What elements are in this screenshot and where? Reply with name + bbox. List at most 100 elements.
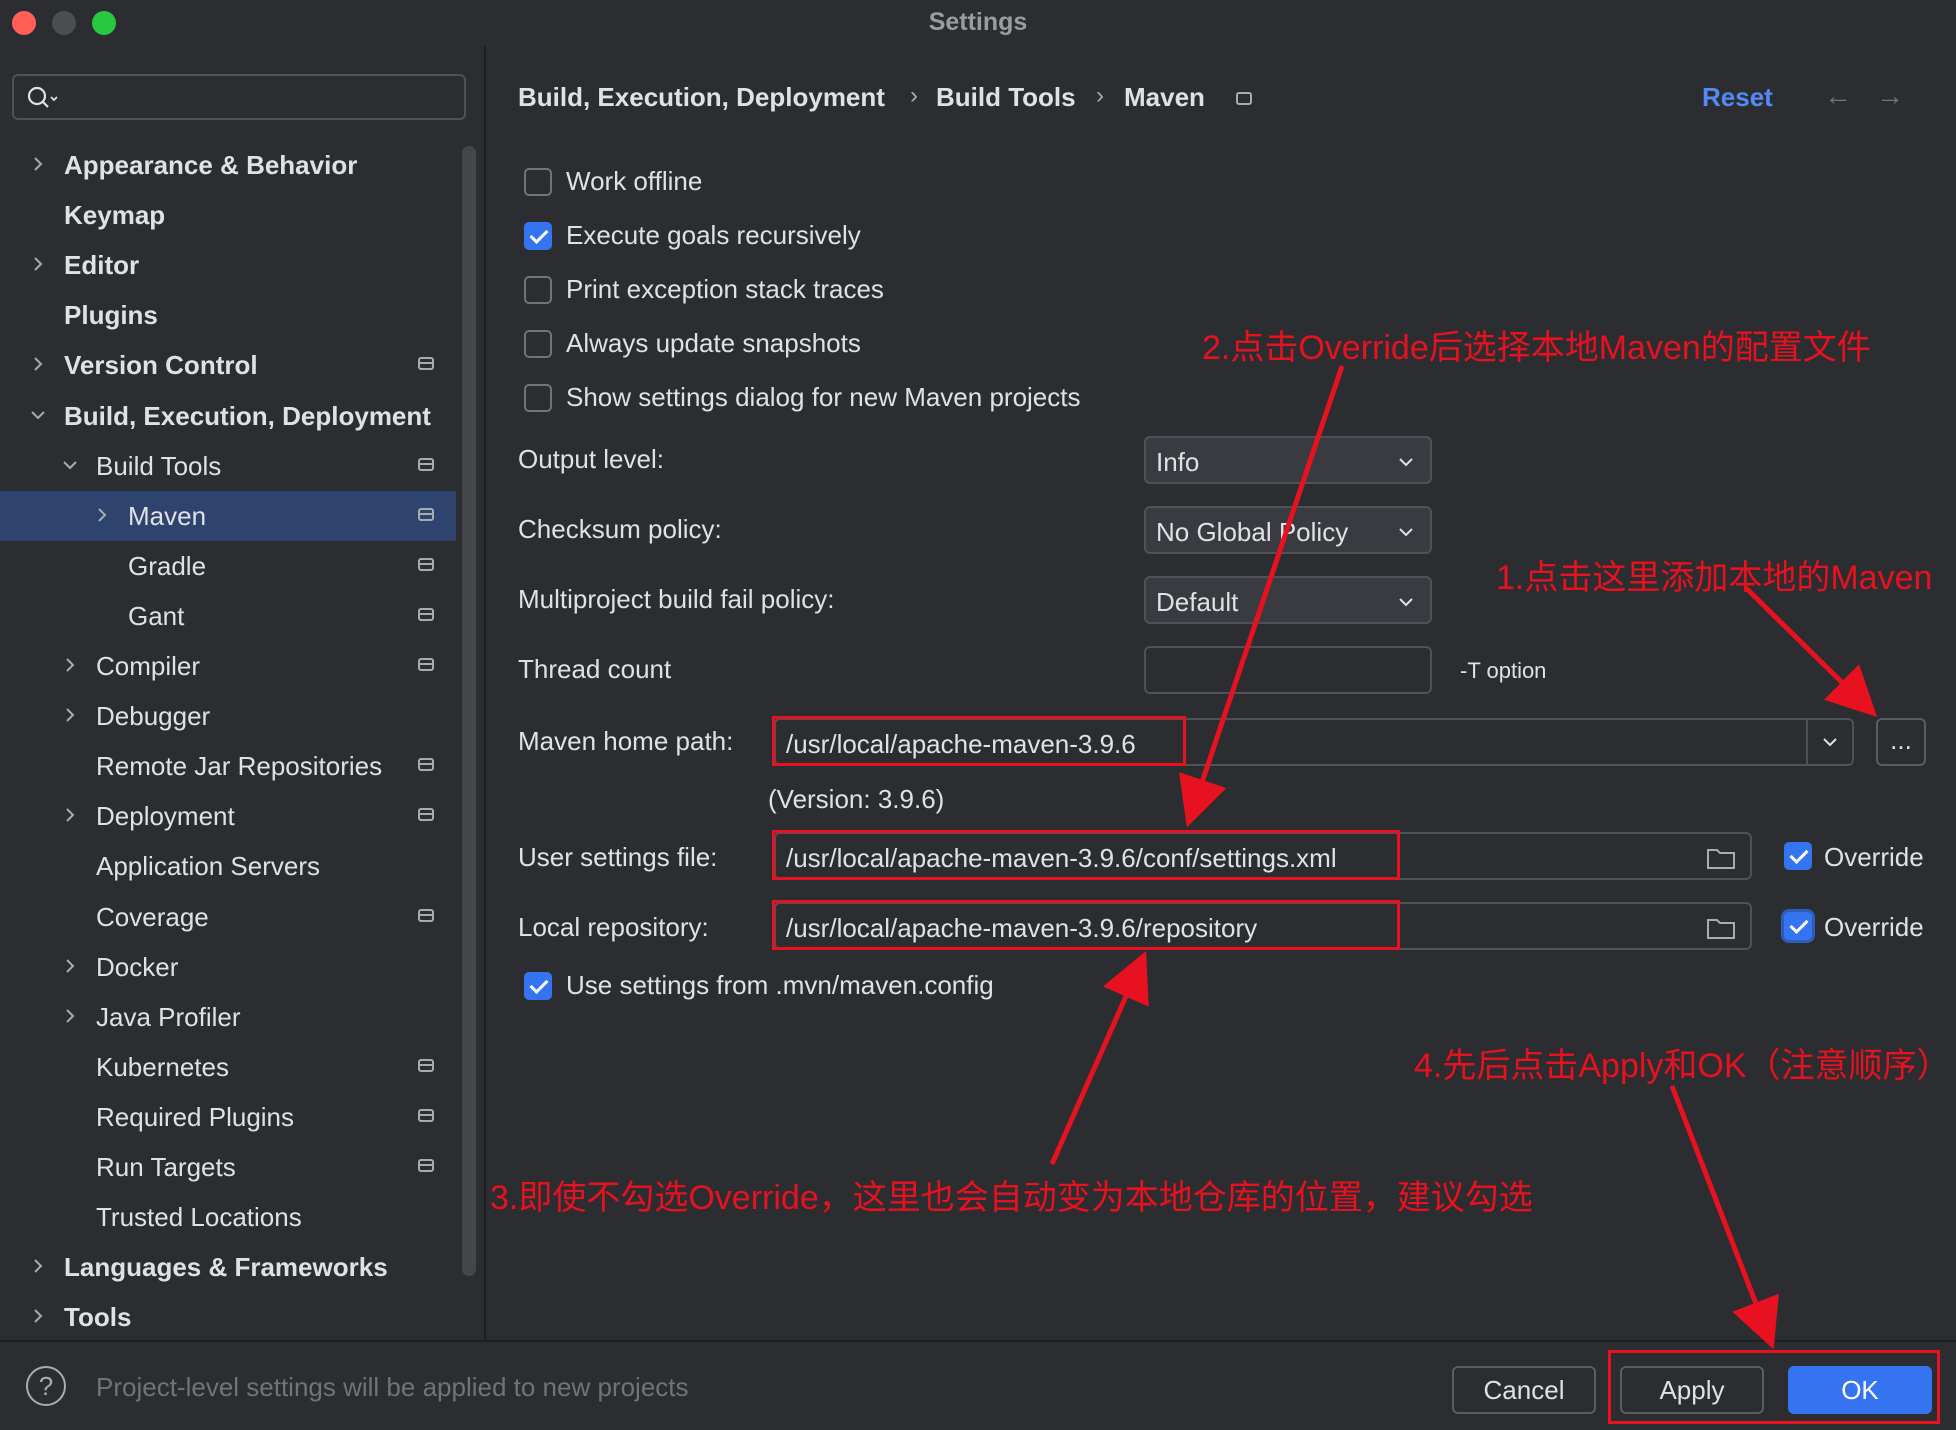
use-mvn-config-label: Use settings from .mvn/maven.config xyxy=(566,970,994,1000)
settings-sidebar: Appearance & Behavior Keymap Editor Plugins… xyxy=(0,46,486,1340)
project-scope-icon xyxy=(1236,92,1252,105)
fail-policy-select[interactable]: Default xyxy=(1144,576,1432,624)
sidebar-item-label: Languages & Frameworks xyxy=(64,1252,388,1283)
sidebar-item-run-targets[interactable]: Run Targets xyxy=(0,1142,456,1192)
breadcrumb-build-tools[interactable]: Build Tools xyxy=(936,82,1076,113)
maven-version-text: (Version: 3.9.6) xyxy=(768,784,945,814)
back-arrow-icon[interactable]: ← xyxy=(1824,80,1852,112)
cancel-button[interactable]: Cancel xyxy=(1452,1366,1596,1414)
sidebar-item-tools[interactable]: Tools xyxy=(0,1292,456,1342)
help-icon[interactable]: ? xyxy=(26,1366,66,1406)
breadcrumb-build-execution-deployment[interactable]: Build, Execution, Deployment xyxy=(518,82,885,113)
chevron-down-icon[interactable] xyxy=(28,405,48,425)
sidebar-item-docker[interactable]: Docker xyxy=(0,942,456,992)
sidebar-item-label: Application Servers xyxy=(96,851,320,882)
project-scope-icon xyxy=(418,1058,434,1072)
sidebar-item-editor[interactable]: Editor xyxy=(0,240,456,290)
project-scope-icon xyxy=(418,507,434,521)
sidebar-item-label: Trusted Locations xyxy=(96,1202,302,1233)
chevron-right-icon[interactable] xyxy=(28,354,48,374)
chevron-right-icon[interactable] xyxy=(28,1306,48,1326)
sidebar-item-deployment[interactable]: Deployment xyxy=(0,791,456,841)
always-update-snapshots-checkbox[interactable] xyxy=(524,330,552,358)
local-repository-override-checkbox[interactable] xyxy=(1784,912,1812,940)
sidebar-item-trusted-locations[interactable]: Trusted Locations xyxy=(0,1192,456,1242)
sidebar-item-compiler[interactable]: Compiler xyxy=(0,641,456,691)
chevron-right-icon[interactable] xyxy=(28,254,48,274)
execute-goals-recursively-checkbox[interactable] xyxy=(524,222,552,250)
reset-link[interactable]: Reset xyxy=(1702,82,1773,113)
work-offline-checkbox[interactable] xyxy=(524,168,552,196)
checksum-policy-value: No Global Policy xyxy=(1156,517,1349,547)
sidebar-item-coverage[interactable]: Coverage xyxy=(0,892,456,942)
thread-count-input[interactable] xyxy=(1144,646,1432,694)
output-level-value: Info xyxy=(1156,447,1200,477)
chevron-down-icon xyxy=(1823,738,1837,747)
output-level-select[interactable]: Info xyxy=(1144,436,1432,484)
breadcrumb-maven: Maven xyxy=(1124,82,1205,112)
chevron-right-icon[interactable] xyxy=(28,1256,48,1276)
sidebar-item-label: Version Control xyxy=(64,350,258,381)
user-settings-override-checkbox[interactable] xyxy=(1784,842,1812,870)
thread-count-label: Thread count xyxy=(518,654,672,684)
chevron-right-icon[interactable] xyxy=(92,505,112,525)
sidebar-item-maven[interactable]: Maven xyxy=(0,490,456,541)
print-exception-stack-traces-checkbox[interactable] xyxy=(524,276,552,304)
folder-icon[interactable] xyxy=(1706,846,1736,870)
sidebar-item-label: Maven xyxy=(128,500,207,531)
footer-status-text: Project-level settings will be applied t… xyxy=(96,1372,689,1402)
sidebar-scrollbar[interactable] xyxy=(462,146,476,1276)
sidebar-item-label: Coverage xyxy=(96,901,209,932)
sidebar-item-languages-frameworks[interactable]: Languages & Frameworks xyxy=(0,1242,456,1292)
user-settings-file-label: User settings file: xyxy=(518,842,718,872)
sidebar-item-label: Build, Execution, Deployment xyxy=(64,400,431,431)
annotation-note-2: 2.点击Override后选择本地Maven的配置文件 xyxy=(1202,329,1871,367)
maven-home-dropdown-button[interactable] xyxy=(1806,720,1852,764)
sidebar-item-java-profiler[interactable]: Java Profiler xyxy=(0,992,456,1042)
sidebar-item-keymap[interactable]: Keymap xyxy=(0,190,456,240)
search-input[interactable] xyxy=(12,74,466,120)
work-offline-label: Work offline xyxy=(566,166,703,196)
chevron-right-icon[interactable] xyxy=(60,805,80,825)
chevron-down-icon[interactable] xyxy=(60,455,80,475)
sidebar-item-gradle[interactable]: Gradle xyxy=(0,541,456,591)
sidebar-item-build-execution-deployment[interactable]: Build, Execution, Deployment xyxy=(0,391,456,441)
checksum-policy-select[interactable]: No Global Policy xyxy=(1144,506,1432,554)
sidebar-item-kubernetes[interactable]: Kubernetes xyxy=(0,1042,456,1092)
browse-maven-home-button[interactable]: ... xyxy=(1876,718,1926,766)
annotation-note-3: 3.即使不勾选Override，这里也会自动变为本地仓库的位置，建议勾选 xyxy=(490,1179,1533,1217)
project-scope-icon xyxy=(418,357,434,371)
sidebar-item-plugins[interactable]: Plugins xyxy=(0,290,456,340)
sidebar-item-application-servers[interactable]: Application Servers xyxy=(0,841,456,891)
sidebar-item-label: Gant xyxy=(128,600,185,631)
show-settings-dialog-label: Show settings dialog for new Maven proje… xyxy=(566,382,1081,412)
project-scope-icon xyxy=(418,1159,434,1172)
sidebar-item-appearance-behavior[interactable]: Appearance & Behavior xyxy=(0,140,456,190)
chevron-right-icon[interactable] xyxy=(28,154,48,174)
print-exception-stack-traces-label: Print exception stack traces xyxy=(566,274,884,304)
output-level-label: Output level: xyxy=(518,444,664,474)
sidebar-item-debugger[interactable]: Debugger xyxy=(0,691,456,741)
show-settings-dialog-checkbox[interactable] xyxy=(524,384,552,412)
annotation-box-user-settings xyxy=(772,830,1400,880)
sidebar-item-label: Run Targets xyxy=(96,1152,236,1182)
sidebar-item-label: Tools xyxy=(64,1302,132,1333)
chevron-right-icon[interactable] xyxy=(60,655,80,675)
sidebar-item-required-plugins[interactable]: Required Plugins xyxy=(0,1092,456,1142)
sidebar-item-label: Build Tools xyxy=(96,450,222,481)
folder-icon[interactable] xyxy=(1706,916,1736,940)
chevron-right-icon[interactable] xyxy=(60,705,80,725)
chevron-down-icon xyxy=(1399,528,1413,537)
sidebar-item-build-tools[interactable]: Build Tools xyxy=(0,441,456,491)
annotation-note-4: 4.先后点击Apply和OK（注意顺序） xyxy=(1414,1047,1951,1085)
sidebar-item-label: Plugins xyxy=(64,300,158,331)
chevron-down-icon xyxy=(1399,598,1413,607)
sidebar-item-gant[interactable]: Gant xyxy=(0,591,456,641)
chevron-right-icon[interactable] xyxy=(60,956,80,976)
use-mvn-config-checkbox[interactable] xyxy=(524,972,552,1000)
sidebar-item-remote-jar-repositories[interactable]: Remote Jar Repositories xyxy=(0,741,456,791)
sidebar-item-version-control[interactable]: Version Control xyxy=(0,340,456,390)
forward-arrow-icon[interactable]: → xyxy=(1876,80,1904,112)
chevron-right-icon[interactable] xyxy=(60,1006,80,1026)
project-scope-icon xyxy=(418,658,434,671)
